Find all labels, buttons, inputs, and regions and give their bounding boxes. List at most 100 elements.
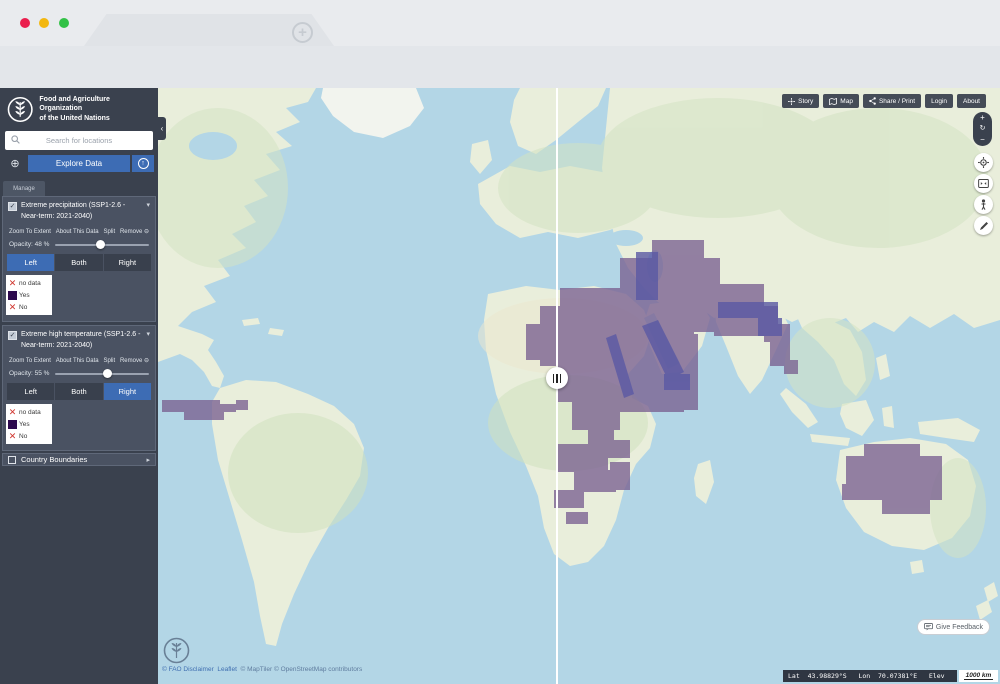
coordinates-bar: Lat 43.98829°S Lon 70.07381°E Elev xyxy=(783,670,957,682)
side-toggle: Left Both Right xyxy=(7,254,151,271)
streetview-button[interactable] xyxy=(974,195,993,214)
share-icon xyxy=(869,97,876,105)
legend-item: ✕ No xyxy=(8,301,50,313)
chevron-down-icon[interactable]: ▾ xyxy=(146,330,150,351)
slider-thumb[interactable] xyxy=(103,369,112,378)
swipe-handle[interactable] xyxy=(546,367,568,389)
give-feedback-button[interactable]: Give Feedback xyxy=(917,619,990,635)
fao-watermark-logo xyxy=(163,637,190,664)
leaflet-link[interactable]: Leaflet xyxy=(217,666,237,673)
zoom-to-extent-button[interactable]: Zoom To Extent xyxy=(9,358,51,364)
sidebar-collapse-button[interactable]: ‹ xyxy=(158,117,166,140)
close-window-button[interactable] xyxy=(20,18,30,28)
browser-toolbar: ‹ › ↻ ☆ xyxy=(0,46,1000,88)
world-map[interactable] xyxy=(158,88,1000,684)
zoom-in-button[interactable]: + xyxy=(980,114,985,122)
legend-label: No xyxy=(19,433,27,440)
feedback-comment-icon xyxy=(924,623,933,631)
left-side-button[interactable]: Left xyxy=(7,383,54,400)
coordinates-text: Lat 43.98829°S Lon 70.07381°E Elev xyxy=(788,672,945,680)
locate-icon xyxy=(978,157,989,168)
country-boundaries-row[interactable]: Country Boundaries ▸ xyxy=(2,453,156,466)
map-icon xyxy=(829,98,837,105)
legend-label: no data xyxy=(19,280,41,287)
right-side-button[interactable]: Right xyxy=(104,383,151,400)
layer-legend: ✕ no data Yes ✕ No xyxy=(6,404,52,444)
reset-view-button[interactable]: ↻ xyxy=(980,125,986,133)
layer-header[interactable]: ✓ Extreme high temperature (SSP1-2.6 - N… xyxy=(3,326,155,353)
fao-disclaimer-link[interactable]: © FAO Disclaimer xyxy=(162,666,214,673)
opacity-label: Opacity: 48 % xyxy=(9,241,49,248)
country-boundaries-label: Country Boundaries xyxy=(21,455,87,464)
story-button[interactable]: Story xyxy=(782,94,819,108)
legend-item: ✕ no data xyxy=(8,406,50,418)
scale-bar: 1000 km xyxy=(959,670,998,682)
layer-panel-precipitation: ✓ Extreme precipitation (SSP1-2.6 - Near… xyxy=(2,196,156,322)
slider-thumb[interactable] xyxy=(96,240,105,249)
tiles-attribution[interactable]: © MapTiler © OpenStreetMap contributors xyxy=(241,666,363,673)
scale-label: 1000 km xyxy=(964,672,994,680)
about-this-data-button[interactable]: About This Data xyxy=(56,229,99,235)
explore-data-row: ⊕ Explore Data ↑ xyxy=(4,155,154,172)
country-boundaries-checkbox[interactable] xyxy=(8,456,16,464)
zoom-to-extent-button[interactable]: Zoom To Extent xyxy=(9,229,51,235)
legend-item: ✕ no data xyxy=(8,277,50,289)
layer-checkbox[interactable]: ✓ xyxy=(8,202,17,211)
chevron-down-icon[interactable]: ▾ xyxy=(146,201,150,222)
left-side-button[interactable]: Left xyxy=(7,254,54,271)
fao-logo xyxy=(7,96,33,123)
new-tab-button[interactable]: + xyxy=(292,22,313,43)
browser-chrome: + ‹ › ↻ ☆ xyxy=(0,0,1000,88)
yes-color-swatch xyxy=(8,420,17,429)
legend-item: Yes xyxy=(8,418,50,430)
feedback-label: Give Feedback xyxy=(936,624,983,631)
map-toolbar: Story Map Share / Print Login About xyxy=(782,94,986,108)
layer-actions: Zoom To Extent About This Data Split Rem… xyxy=(3,353,155,366)
right-side-button[interactable]: Right xyxy=(104,254,151,271)
split-button[interactable]: Split xyxy=(103,229,115,235)
compare-layers-button[interactable] xyxy=(974,174,993,193)
layer-title: Extreme high temperature (SSP1-2.6 - Nea… xyxy=(21,330,142,351)
fullscreen-window-button[interactable] xyxy=(59,18,69,28)
no-data-x-icon: ✕ xyxy=(8,408,17,417)
zoom-out-button[interactable]: − xyxy=(980,136,985,144)
login-button[interactable]: Login xyxy=(925,94,953,108)
sidebar: Food and Agriculture Organization of the… xyxy=(0,88,158,684)
draw-button[interactable] xyxy=(974,216,993,235)
earth-map-app: Food and Agriculture Organization of the… xyxy=(0,88,1000,684)
no-x-icon: ✕ xyxy=(8,303,17,312)
opacity-slider[interactable] xyxy=(55,369,149,378)
minimize-window-button[interactable] xyxy=(39,18,49,28)
add-data-icon[interactable]: ⊕ xyxy=(4,155,26,172)
map-viewport[interactable]: Story Map Share / Print Login About + xyxy=(158,88,1000,684)
both-side-button[interactable]: Both xyxy=(55,254,102,271)
remove-button[interactable]: Remove ⊖ xyxy=(120,357,149,364)
layer-panel-temperature: ✓ Extreme high temperature (SSP1-2.6 - N… xyxy=(2,325,156,451)
explore-data-button[interactable]: Explore Data xyxy=(28,155,130,172)
remove-button[interactable]: Remove ⊖ xyxy=(120,228,149,235)
legend-item: ✕ No xyxy=(8,430,50,442)
location-search-input[interactable] xyxy=(5,131,153,150)
upload-icon: ↑ xyxy=(138,158,149,169)
no-x-icon: ✕ xyxy=(8,432,17,441)
chevron-right-icon[interactable]: ▸ xyxy=(146,456,150,464)
legend-label: Yes xyxy=(19,421,30,428)
layer-legend: ✕ no data Yes ✕ No xyxy=(6,275,52,315)
layer-title: Extreme precipitation (SSP1-2.6 - Near-t… xyxy=(21,201,142,222)
compare-icon xyxy=(978,179,989,188)
layer-header[interactable]: ✓ Extreme precipitation (SSP1-2.6 - Near… xyxy=(3,197,155,224)
side-toggle: Left Both Right xyxy=(7,383,151,400)
split-button[interactable]: Split xyxy=(103,358,115,364)
locate-button[interactable] xyxy=(974,153,993,172)
map-mode-button[interactable]: Map xyxy=(823,94,859,108)
about-this-data-button[interactable]: About This Data xyxy=(56,358,99,364)
both-side-button[interactable]: Both xyxy=(55,383,102,400)
opacity-slider[interactable] xyxy=(55,240,149,249)
upload-button[interactable]: ↑ xyxy=(132,155,154,172)
about-button[interactable]: About xyxy=(957,94,986,108)
layer-checkbox[interactable]: ✓ xyxy=(8,331,17,340)
search-icon xyxy=(11,135,20,144)
share-print-button[interactable]: Share / Print xyxy=(863,94,921,108)
story-icon xyxy=(788,98,795,105)
manage-tab[interactable]: Manage xyxy=(3,181,45,196)
